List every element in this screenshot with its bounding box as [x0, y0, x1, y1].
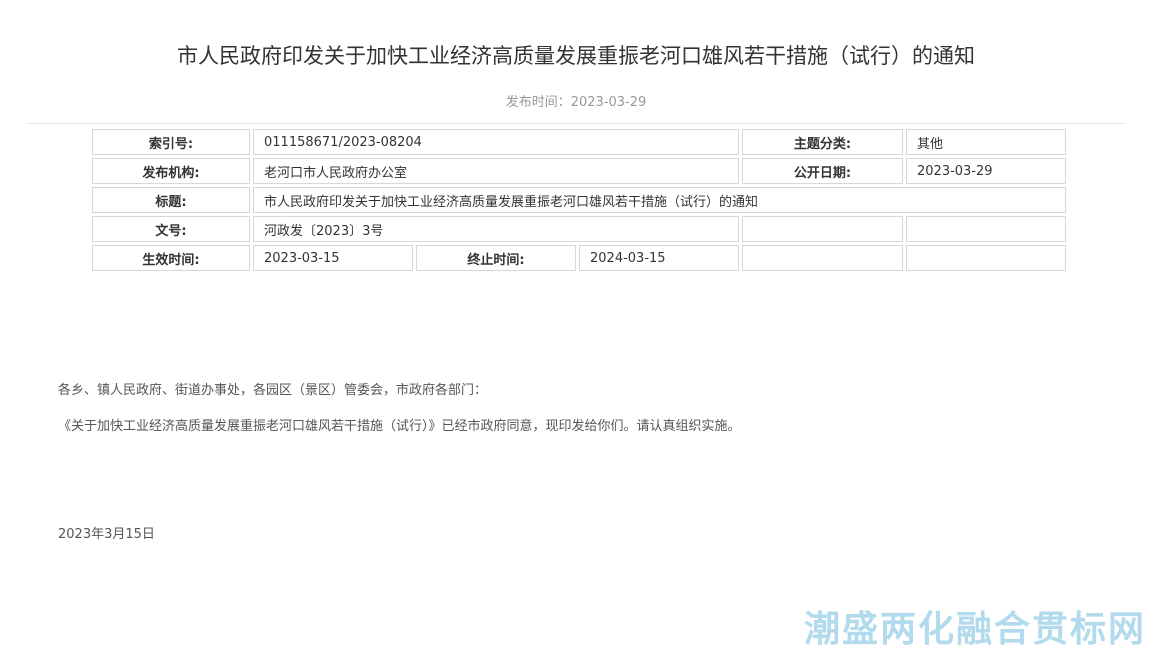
empty-cell [906, 245, 1066, 271]
category-label: 主题分类: [742, 129, 903, 155]
table-row: 文号: 河政发〔2023〕3号 [92, 216, 1066, 242]
effective-value: 2023-03-15 [253, 245, 413, 271]
title-label: 标题: [92, 187, 250, 213]
empty-cell [742, 245, 903, 271]
open-date-label: 公开日期: [742, 158, 903, 184]
doc-no-label: 文号: [92, 216, 250, 242]
publish-date: 发布时间：2023-03-29 [505, 95, 647, 110]
expire-label: 终止时间: [416, 245, 576, 271]
empty-cell [742, 216, 903, 242]
table-row: 索引号: 011158671/2023-08204 主题分类: 其他 [92, 129, 1066, 155]
sign-date: 2023年3月15日 [58, 527, 155, 542]
effective-label: 生效时间: [92, 245, 250, 271]
issuer-value: 老河口市人民政府办公室 [253, 158, 739, 184]
table-row: 标题: 市人民政府印发关于加快工业经济高质量发展重振老河口雄风若干措施（试行）的… [92, 187, 1066, 213]
watermark: 潮盛两化融合贯标网 [803, 609, 1146, 650]
issuer-label: 发布机构: [92, 158, 250, 184]
index-value: 011158671/2023-08204 [253, 129, 739, 155]
expire-value: 2024-03-15 [579, 245, 739, 271]
empty-cell [906, 216, 1066, 242]
page-title: 市人民政府印发关于加快工业经济高质量发展重振老河口雄风若干措施（试行）的通知 [177, 44, 975, 68]
index-label: 索引号: [92, 129, 250, 155]
open-date-value: 2023-03-29 [906, 158, 1066, 184]
table-row: 发布机构: 老河口市人民政府办公室 公开日期: 2023-03-29 [92, 158, 1066, 184]
table-row: 生效时间: 2023-03-15 终止时间: 2024-03-15 [92, 245, 1066, 271]
doc-no-value: 河政发〔2023〕3号 [253, 216, 739, 242]
category-value: 其他 [906, 129, 1066, 155]
divider [28, 123, 1126, 124]
body-paragraph: 《关于加快工业经济高质量发展重振老河口雄风若干措施（试行）》已经市政府同意，现印… [58, 419, 741, 434]
title-value: 市人民政府印发关于加快工业经济高质量发展重振老河口雄风若干措施（试行）的通知 [253, 187, 1066, 213]
metadata-table: 索引号: 011158671/2023-08204 主题分类: 其他 发布机构:… [89, 126, 1069, 274]
greeting-paragraph: 各乡、镇人民政府、街道办事处，各园区（景区）管委会，市政府各部门： [58, 383, 488, 398]
